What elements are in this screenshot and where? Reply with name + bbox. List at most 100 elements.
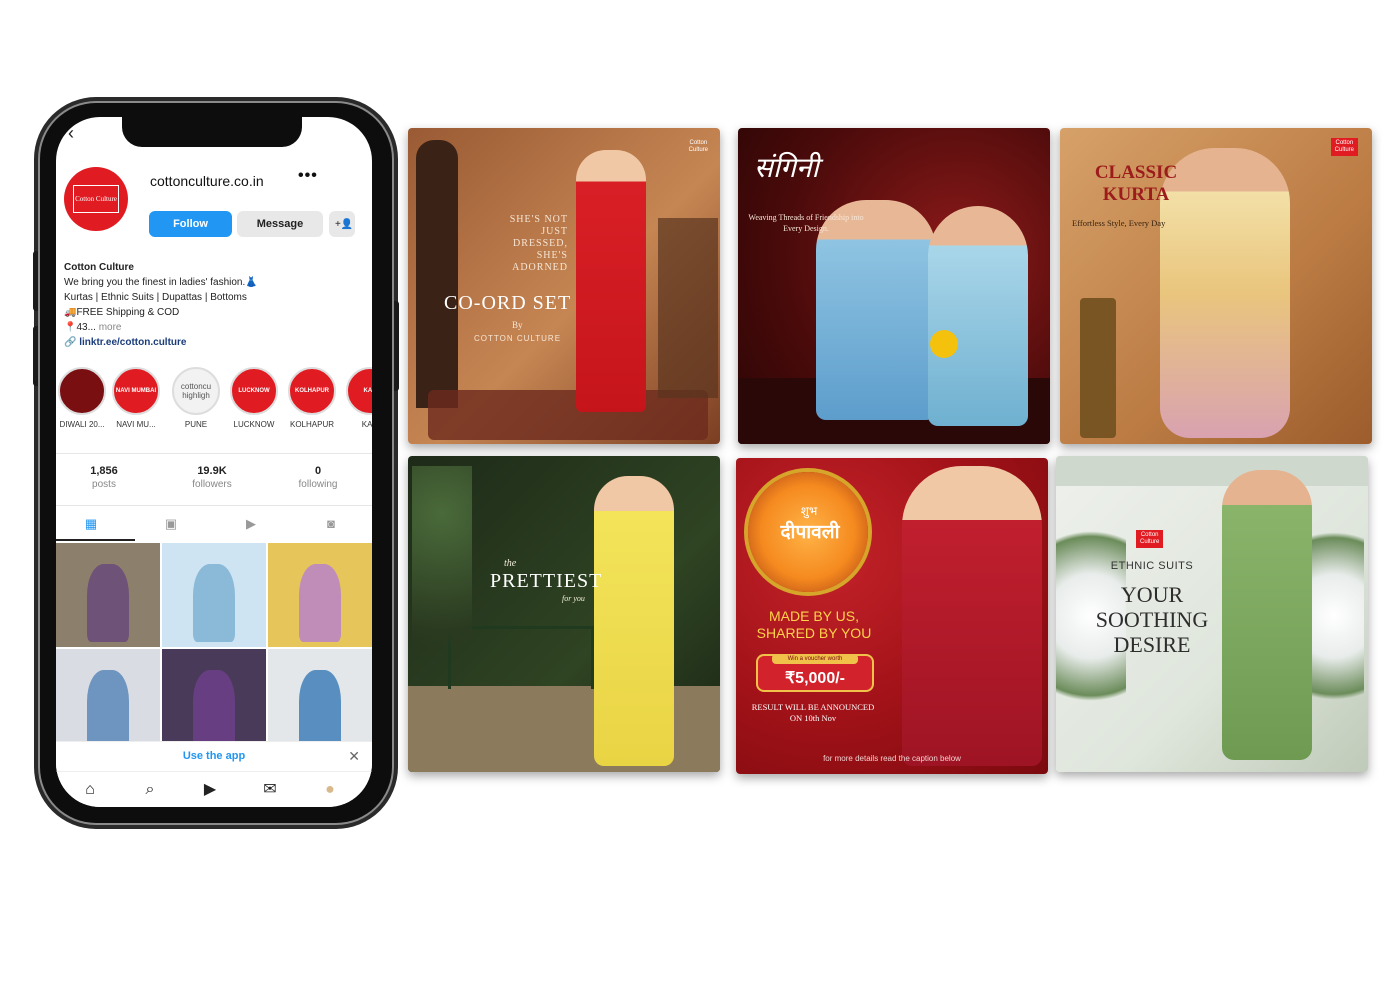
headline-line: SHARED BY YOU	[756, 625, 872, 641]
window-frame	[1056, 456, 1368, 486]
message-button[interactable]: Message	[237, 211, 323, 237]
active-tab-indicator	[56, 539, 135, 541]
brass-lamp	[1080, 298, 1116, 438]
post-ethnic-suits[interactable]: Cotton Culture ETHNIC SUITS YOUR SOOTHING…	[1056, 456, 1368, 772]
brand-tag: Cotton Culture	[1330, 138, 1358, 156]
bio-line: Kurtas | Ethnic Suits | Dupattas | Botto…	[64, 292, 247, 303]
use-app-banner: Use the app ✕	[56, 741, 372, 772]
messenger-icon[interactable]: ✉	[260, 780, 280, 800]
grid-post[interactable]	[56, 543, 160, 647]
model-silhouette	[87, 563, 129, 642]
post-label: ETHNIC SUITS	[1110, 560, 1194, 572]
phone-screen: ‹ Cotton Culture cottonculture.co.in •••…	[56, 117, 372, 807]
highlight-item[interactable]: cottoncu highligh PUNE	[166, 367, 226, 429]
highlight-label: NAVI MU...	[116, 420, 156, 429]
stat-posts[interactable]: 1,856 posts	[64, 465, 144, 490]
profile-bio: Cotton Culture We bring you the finest i…	[64, 260, 364, 350]
close-icon[interactable]: ✕	[348, 748, 360, 765]
post-title-for: for you	[562, 594, 585, 603]
brand-tag: Cotton Culture	[688, 140, 708, 153]
post-title: संगिनी	[754, 153, 819, 184]
model-silhouette	[87, 669, 129, 748]
grid-post[interactable]	[162, 543, 266, 647]
highlight-label: DIWALI 20...	[59, 420, 105, 429]
home-icon[interactable]: ⌂	[80, 780, 100, 800]
video-tab-icon[interactable]: ▶	[242, 515, 260, 533]
reels-tab-icon[interactable]: ▣	[162, 515, 180, 533]
bio-more-link[interactable]: more	[99, 322, 122, 333]
bio-line: We bring you the finest in ladies' fashi…	[64, 277, 258, 288]
divider	[56, 453, 372, 454]
grid-post[interactable]	[56, 649, 160, 753]
highlight-thumbnail: cottoncu highligh	[172, 367, 220, 415]
model-silhouette	[299, 669, 341, 748]
palm-plant	[412, 466, 472, 706]
model-silhouette	[1222, 470, 1312, 760]
model-silhouette	[299, 563, 341, 642]
post-sangini[interactable]: संगिनी Weaving Threads of Friendship int…	[738, 128, 1050, 444]
bio-name: Cotton Culture	[64, 262, 134, 273]
post-grid	[56, 543, 372, 753]
post-title: CLASSIC KURTA	[1094, 162, 1178, 205]
sunflower	[930, 330, 958, 358]
badge-main: दीपावली	[780, 522, 840, 543]
highlight-item[interactable]: DIWALI 20...	[56, 367, 112, 429]
model-silhouette	[902, 466, 1042, 766]
shelf	[658, 218, 718, 398]
badge-top: शुभ	[800, 504, 818, 518]
grid-post[interactable]	[268, 649, 372, 753]
carved-screen	[416, 140, 458, 408]
link-icon: 🔗	[64, 337, 77, 348]
post-prettiest[interactable]: the PRETTIEST for you	[408, 456, 720, 772]
bottom-nav: ⌂ ⌕ ▶ ✉ ●	[56, 771, 372, 807]
model-silhouette	[193, 669, 235, 748]
stat-following[interactable]: 0 following	[278, 465, 358, 490]
post-brand: COTTON CULTURE	[474, 334, 562, 343]
highlight-label: KAN	[361, 420, 372, 429]
model-silhouette	[193, 563, 235, 642]
model-silhouette	[594, 476, 674, 766]
stat-followers[interactable]: 19.9K followers	[172, 465, 252, 490]
post-by: By	[512, 320, 523, 330]
grid-post[interactable]	[268, 543, 372, 647]
highlight-label: PUNE	[184, 420, 208, 429]
highlight-item[interactable]: LUCKNOW LUCKNOW	[224, 367, 284, 429]
highlight-thumbnail: KAN	[346, 367, 372, 415]
post-coord-set[interactable]: Cotton Culture SHE'S NOT JUST DRESSED, SH…	[408, 128, 720, 444]
back-arrow-icon[interactable]: ‹	[68, 123, 74, 144]
highlight-item[interactable]: KAN KAN	[340, 367, 372, 429]
phone-mockup: ‹ Cotton Culture cottonculture.co.in •••…	[33, 101, 399, 825]
highlight-item[interactable]: KOLHAPUR KOLHAPUR	[282, 367, 342, 429]
volume-down-button	[33, 326, 38, 386]
add-user-button[interactable]: +👤	[329, 211, 355, 237]
phone-notch	[122, 117, 302, 147]
post-tagline: SHE'S NOT JUST DRESSED, SHE'S ADORNED	[509, 214, 568, 273]
volume-up-button	[33, 251, 38, 311]
profile-username: cottonculture.co.in	[150, 173, 264, 189]
post-title: YOUR SOOTHING DESIRE	[1095, 582, 1209, 657]
divider	[56, 505, 372, 506]
bio-link[interactable]: linktr.ee/cotton.culture	[79, 337, 186, 348]
post-classic-kurta[interactable]: Cotton Culture CLASSIC KURTA Effortless S…	[1060, 128, 1372, 444]
grid-post[interactable]	[162, 649, 266, 753]
use-app-link[interactable]: Use the app	[56, 750, 372, 762]
search-icon[interactable]: ⌕	[140, 780, 160, 800]
post-title: PRETTIEST	[490, 570, 603, 592]
voucher-value: ₹5,000/-	[785, 670, 845, 687]
profile-tabs: ▦ ▣ ▶ ◙	[56, 509, 372, 541]
reels-icon[interactable]: ▶	[200, 780, 220, 800]
bio-line: 📍43... more	[64, 322, 122, 333]
highlight-item[interactable]: NAVI MUMBAI NAVI MU...	[106, 367, 166, 429]
highlight-label: KOLHAPUR	[289, 420, 334, 429]
more-options-icon[interactable]: •••	[298, 167, 318, 185]
profile-icon[interactable]: ●	[320, 780, 340, 800]
post-diwali-contest[interactable]: शुभ दीपावली MADE BY US, SHARED BY YOU Wi…	[736, 458, 1048, 774]
brand-tag: Cotton Culture	[1136, 530, 1164, 548]
voucher-label: Win a voucher worth	[772, 654, 858, 664]
tagged-tab-icon[interactable]: ◙	[322, 515, 340, 533]
post-title: CO-ORD SET	[444, 292, 572, 314]
grid-tab-icon[interactable]: ▦	[82, 515, 100, 533]
bio-line: 🚚FREE Shipping & COD	[64, 307, 180, 318]
profile-avatar[interactable]: Cotton Culture	[64, 167, 128, 231]
follow-button[interactable]: Follow	[149, 211, 232, 237]
